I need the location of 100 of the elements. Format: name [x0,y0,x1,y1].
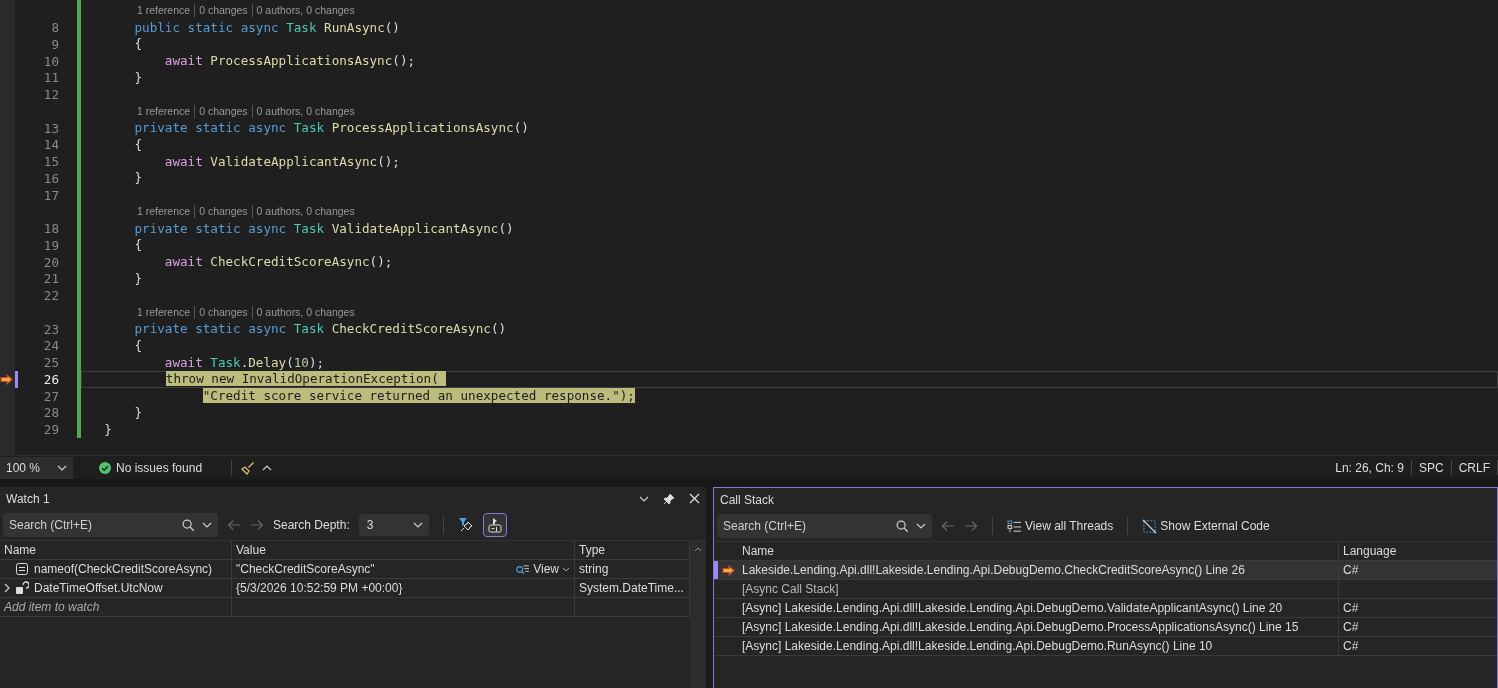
line-number: 23 [43,321,59,337]
broom-icon[interactable] [241,460,256,475]
line-number: 8 [51,20,59,36]
expand-chevron-icon[interactable] [4,583,10,593]
code-editor[interactable] [0,0,1498,455]
codelens-item[interactable]: 0 authors, 0 changes [251,205,359,219]
chevron-up-icon[interactable] [262,464,273,471]
codelens-item[interactable]: 1 reference [137,4,195,18]
line-number: 15 [43,154,59,170]
code-line: { [133,136,143,153]
chevron-down-icon[interactable] [639,495,649,502]
code-line: } [133,404,143,421]
raw-view-toggle[interactable] [482,513,507,537]
indentation-status[interactable]: SPC [1411,460,1451,475]
column-header[interactable]: Name [738,542,1339,560]
search-input[interactable]: Search (Ctrl+E) [9,518,175,532]
watch-name: nameof(CheckCreditScoreAsync) [34,562,213,576]
code-line: private static async Task ValidateApplicantAsync() [133,220,514,237]
line-number: 24 [43,338,59,354]
frame-language: C# [1343,639,1359,653]
zoom-dropdown[interactable]: 100 % [0,456,73,479]
view-button[interactable]: View [515,562,570,576]
codelens-item[interactable]: 0 changes [194,205,252,219]
cursor-position[interactable]: Ln: 26, Ch: 9 [1328,460,1411,475]
code-line: { [133,237,143,254]
line-number: 12 [43,87,59,103]
pin-icon[interactable] [663,492,675,505]
close-icon[interactable] [689,493,700,504]
panel-title: Call Stack [720,492,775,507]
issues-status[interactable]: No issues found [116,460,210,475]
search-box[interactable]: Search (Ctrl+E) [3,513,218,537]
line-number: 9 [51,36,59,52]
search-box[interactable]: Search (Ctrl+E) [717,514,932,538]
chevron-down-icon[interactable] [916,523,926,529]
stack-frame-row[interactable]: [Async] Lakeside.Lending.Api.dll!Lakeside.Lending.Api.DebugDemo.ProcessApplicationsAsync() Line 15 C# [714,618,1497,637]
pinned-text-icon [486,517,503,533]
column-header[interactable]: Name [0,541,232,559]
stack-frame-row[interactable]: [Async] Lakeside.Lending.Api.dll!Lakeside.Lending.Api.DebugDemo.RunAsync() Line 10 C# [714,637,1497,656]
watch-type: System.DateTime... [579,581,684,595]
line-number: 13 [43,120,59,136]
code-line: } [133,170,143,187]
line-number: 14 [43,137,59,153]
search-icon[interactable] [896,519,909,533]
filter-pin-icon[interactable] [457,517,474,533]
struct-lock-icon [15,581,29,595]
codelens-item[interactable]: 1 reference [137,205,195,219]
line-number: 27 [43,388,59,404]
scrollbar[interactable] [690,541,706,688]
search-icon[interactable] [182,518,195,532]
frame-language: C# [1343,620,1359,634]
stack-frame-row[interactable]: [Async Call Stack] [714,580,1497,599]
line-number: 18 [43,221,59,237]
codelens-item[interactable]: 0 authors, 0 changes [251,305,359,319]
search-depth-dropdown[interactable]: 3 [358,514,429,536]
chevron-down-icon [562,566,570,572]
code-line: { [133,337,143,354]
codelens-item[interactable]: 0 authors, 0 changes [251,104,359,118]
frame-language: C# [1343,601,1359,615]
scroll-up-icon[interactable] [694,547,702,552]
view-threads-button[interactable]: View all Threads [1007,519,1114,533]
search-input[interactable]: Search (Ctrl+E) [723,519,889,533]
line-number: 21 [43,271,59,287]
search-depth-label: Search Depth: [273,518,350,532]
frame-language: C# [1343,563,1359,577]
watch-value: "CheckCreditScoreAsync" [236,562,375,576]
stack-frame-row[interactable]: [Async] Lakeside.Lending.Api.dll!Lakeside.Lending.Api.DebugDemo.ValidateApplicantAsync() Line 20 C# [714,599,1497,618]
visualizer-icon [515,563,531,575]
check-circle-icon [99,461,111,474]
frame-name: [Async] Lakeside.Lending.Api.dll!Lakeside.Lending.Api.DebugDemo.ValidateApplicantAsync() Line 20 [742,601,1283,615]
codelens-item[interactable]: 1 reference [137,104,195,118]
chevron-down-icon [57,464,67,471]
line-number: 19 [43,237,59,253]
property-icon [15,562,29,576]
add-watch-placeholder[interactable]: Add item to watch [4,600,100,614]
line-number: 25 [43,355,59,371]
instruction-pointer-icon [0,373,13,385]
stack-frame-row[interactable]: Lakeside.Lending.Api.dll!Lakeside.Lending.Api.DebugDemo.CheckCreditScoreAsync() Line 26 C# [714,561,1497,580]
line-number: 26 [43,371,59,387]
code-line: } [133,69,143,86]
codelens-item[interactable]: 1 reference [137,305,195,319]
line-ending-status[interactable]: CRLF [1451,460,1497,475]
code-line: } [103,421,112,438]
panel-title: Watch 1 [6,491,50,506]
code-line: { [133,36,143,53]
codelens-item[interactable]: 0 changes [194,104,252,118]
external-code-button[interactable]: Show External Code [1142,518,1270,534]
line-number: 17 [43,187,59,203]
column-header[interactable]: Value [232,541,575,559]
codelens-item[interactable]: 0 changes [194,4,252,18]
instruction-pointer-icon [721,564,735,576]
watch-name: DateTimeOffset.UtcNow [34,581,163,595]
line-number: 20 [43,254,59,270]
line-number: 16 [43,170,59,186]
code-line: await Task.Delay(10); [163,354,325,371]
codelens-item[interactable]: 0 changes [194,305,252,319]
code-line: public static async Task RunAsync() [133,19,400,36]
code-line: private static async Task CheckCreditScoreAsync() [133,321,507,338]
chevron-down-icon[interactable] [202,522,212,528]
codelens-item[interactable]: 0 authors, 0 changes [251,4,359,18]
column-header[interactable]: Language [1339,542,1497,560]
